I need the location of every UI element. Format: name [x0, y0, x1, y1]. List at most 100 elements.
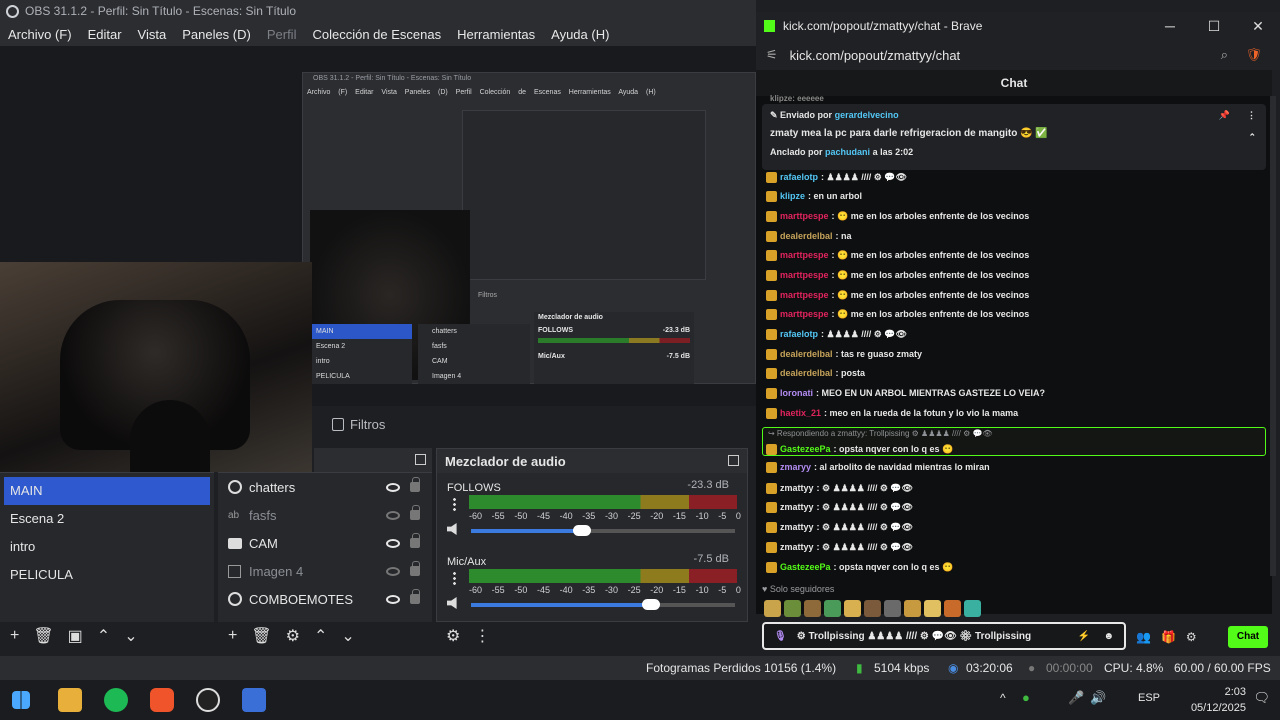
chat-username[interactable]: zmattyy	[780, 522, 814, 532]
volume-slider-knob[interactable]	[641, 599, 660, 610]
volume-slider[interactable]	[471, 599, 735, 610]
send-chat-button[interactable]: Chat	[1228, 626, 1268, 648]
search-icon[interactable]: ⌕	[1221, 47, 1228, 63]
emote-icon[interactable]	[924, 600, 941, 617]
chat-username[interactable]: loronati	[780, 388, 813, 398]
gear-icon[interactable]: ⚙	[446, 626, 460, 646]
reply-message[interactable]: GastezeePa : opsta nqver con lo q es 😶	[766, 440, 953, 458]
menu-archivo[interactable]: Archivo (F)	[0, 27, 80, 42]
menu-herramientas[interactable]: Herramientas	[449, 27, 543, 42]
trash-icon[interactable]: 🗑	[33, 626, 53, 646]
pinned-sender[interactable]: gerardelvecino	[835, 110, 899, 120]
chat-message[interactable]: zmattyy: ⚙ ♟♟♟♟ //// ⚙ 💬👁	[766, 518, 913, 536]
more-vertical-icon[interactable]: ⋮	[474, 626, 490, 646]
source-item-imagen-4[interactable]: Imagen 4	[218, 557, 432, 585]
language-indicator[interactable]: ESP	[1138, 692, 1160, 704]
source-item-comboemotes[interactable]: COMBOEMOTES	[218, 585, 432, 613]
chevron-down-icon[interactable]: ⌄	[124, 626, 137, 646]
menu-ayuda[interactable]: Ayuda (H)	[543, 27, 617, 42]
scene-item-intro[interactable]: intro	[0, 533, 214, 561]
trash-icon[interactable]: 🗑	[251, 626, 271, 646]
microphone-icon[interactable]: 🎤	[1068, 690, 1084, 706]
menu-editar[interactable]: Editar	[80, 27, 130, 42]
undock-icon[interactable]	[415, 454, 426, 465]
minimize-icon[interactable]: ─	[1148, 12, 1192, 40]
file-explorer-icon[interactable]	[58, 688, 82, 712]
visibility-eye-off-icon[interactable]	[386, 566, 400, 576]
emote-icon[interactable]	[784, 600, 801, 617]
chat-message[interactable]: loronati: MEO EN UN ARBOL MIENTRAS GASTE…	[766, 384, 1045, 402]
undock-icon[interactable]	[728, 455, 739, 466]
source-item-chatters[interactable]: chatters	[218, 473, 432, 501]
volume-icon[interactable]: 🔊	[1090, 690, 1106, 706]
chat-message[interactable]: rafaelotp: ♟♟♟♟ //// ⚙ 💬👁	[766, 168, 907, 186]
emote-icon[interactable]	[804, 600, 821, 617]
browser-address-bar[interactable]: ⚟ kick.com/popout/zmattyy/chat ⌕ 🛡	[756, 40, 1280, 70]
notifications-icon[interactable]: 🗨	[1253, 690, 1270, 706]
chat-username[interactable]: marttpespe	[780, 250, 829, 260]
chat-username[interactable]: dealerdelbal	[780, 349, 833, 359]
scene-item-pelicula[interactable]: PELICULA	[0, 561, 214, 589]
chat-username[interactable]: marttpespe	[780, 270, 829, 280]
lock-icon[interactable]	[410, 561, 420, 576]
emote-icon[interactable]	[944, 600, 961, 617]
emoji-icon[interactable]: ☻	[1103, 631, 1114, 642]
chat-message[interactable]: rafaelotp: ♟♟♟♟ //// ⚙ 💬👁	[766, 325, 907, 343]
visibility-eye-icon[interactable]	[386, 482, 400, 492]
emote-icon[interactable]	[844, 600, 861, 617]
chat-username[interactable]: rafaelotp	[780, 329, 818, 339]
filter-icon[interactable]: ▣	[68, 626, 83, 646]
chat-username[interactable]: klipze	[780, 191, 805, 201]
emote-icon[interactable]	[964, 600, 981, 617]
chat-input[interactable]: 🎙 ⚙ Trollpissing ♟♟♟♟ //// ⚙ 💬👁 ⚙ Trollp…	[762, 622, 1126, 650]
chat-username[interactable]: GastezeePa	[780, 562, 831, 572]
chat-username[interactable]: zmattyy	[780, 483, 814, 493]
scene-item-escena-2[interactable]: Escena 2	[0, 505, 214, 533]
chat-username[interactable]: GastezeePa	[780, 444, 831, 454]
gift-icon[interactable]: 🎁	[1161, 630, 1176, 644]
chat-message[interactable]: klipze: en un arbol	[766, 187, 862, 205]
chat-username[interactable]: haetix_21	[780, 408, 821, 418]
brave-shield-icon[interactable]: 🛡	[1245, 47, 1262, 63]
chat-username[interactable]: marttpespe	[780, 290, 829, 300]
chat-message[interactable]: marttpespe: 😶 me en los arboles enfrente…	[766, 266, 1029, 284]
tray-chevron-icon[interactable]: ^	[1000, 691, 1006, 705]
lock-icon[interactable]	[410, 533, 420, 548]
chat-username[interactable]: dealerdelbal	[780, 368, 833, 378]
chat-message[interactable]: dealerdelbal: tas re guaso zmaty	[766, 345, 922, 363]
chat-username[interactable]: rafaelotp	[780, 172, 818, 182]
chat-message[interactable]: marttpespe: 😶 me en los arboles enfrente…	[766, 305, 1029, 323]
emote-picker-icon[interactable]: ⚡	[1078, 631, 1090, 642]
windows-start-icon[interactable]	[12, 691, 30, 709]
chevron-up-icon[interactable]: ⌃	[97, 626, 110, 646]
speaker-icon[interactable]	[447, 597, 457, 609]
chat-username[interactable]: marttpespe	[780, 211, 829, 221]
chat-message[interactable]: zmattyy: ⚙ ♟♟♟♟ //// ⚙ 💬👁	[766, 479, 913, 497]
lock-icon[interactable]	[410, 477, 420, 492]
lock-icon[interactable]	[410, 589, 420, 604]
emote-icon[interactable]	[824, 600, 841, 617]
chevron-up-icon[interactable]: ⌃	[1248, 132, 1256, 143]
channel-menu-icon[interactable]	[453, 497, 456, 511]
chat-message[interactable]: dealerdelbal: posta	[766, 364, 865, 382]
source-item-fasfs[interactable]: ab fasfs	[218, 501, 432, 529]
chat-message[interactable]: marttpespe: 😶 me en los arboles enfrente…	[766, 207, 1029, 225]
volume-slider-knob[interactable]	[572, 525, 591, 536]
app-icon[interactable]	[242, 688, 266, 712]
menu-coleccion-escenas[interactable]: Colección de Escenas	[304, 27, 449, 42]
chevron-down-icon[interactable]: ⌄	[341, 626, 354, 646]
menu-paneles[interactable]: Paneles (D)	[174, 27, 259, 42]
chat-username[interactable]: marttpespe	[780, 309, 829, 319]
close-icon[interactable]: ✕	[1236, 12, 1280, 40]
obs-icon[interactable]	[196, 688, 220, 712]
emote-icon[interactable]	[764, 600, 781, 617]
spotify-icon[interactable]	[104, 688, 128, 712]
chat-scrollbar[interactable]	[1270, 96, 1276, 576]
lock-icon[interactable]	[410, 505, 420, 520]
tray-obs-icon[interactable]: ●	[1022, 690, 1030, 705]
emote-icon[interactable]	[884, 600, 901, 617]
chat-message[interactable]: marttpespe: 😶 me en los arboles enfrente…	[766, 246, 1029, 264]
chevron-up-icon[interactable]: ⌃	[314, 626, 327, 646]
clock[interactable]: 2:03 05/12/2025	[1191, 684, 1246, 716]
pinned-by-user[interactable]: pachudani	[825, 147, 870, 157]
